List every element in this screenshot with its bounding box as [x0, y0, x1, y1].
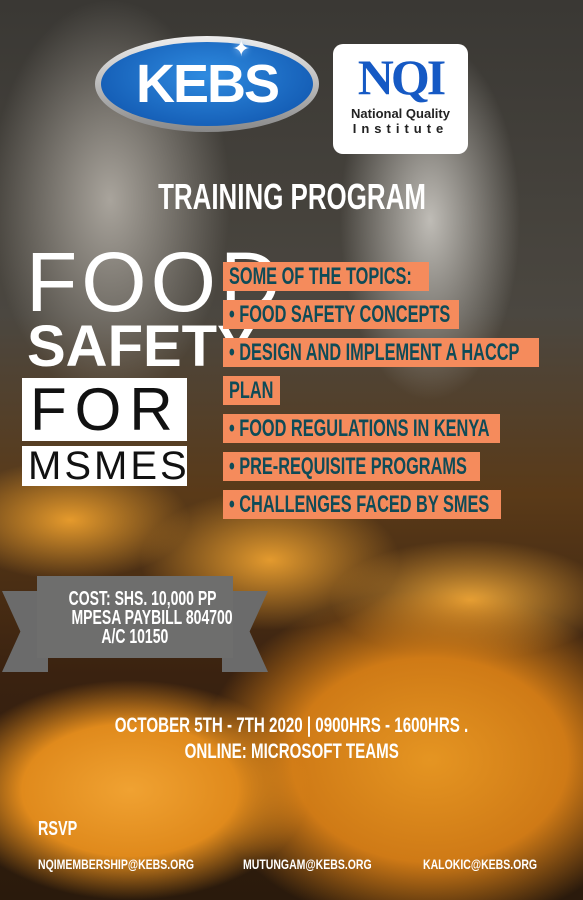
sparkle-icon: ✦	[232, 36, 251, 61]
headline-safety: SAFETY	[27, 314, 256, 379]
email-link[interactable]: MUTUNGAM@KEBS.ORG	[243, 856, 415, 872]
topic-item: • DESIGN AND IMPLEMENT A HACCP	[223, 338, 539, 367]
headline-for: FOR	[22, 378, 187, 441]
cost-banner: COST: SHS. 10,000 PP MPESA PAYBILL 80470…	[37, 576, 233, 658]
topic-item: • FOOD SAFETY CONCEPTS	[223, 300, 459, 329]
topic-item: • CHALLENGES FACED BY SMES	[223, 490, 501, 519]
email-link[interactable]: NQIMEMBERSHIP@KEBS.ORG	[38, 856, 246, 872]
poster: KEBS ✦ NQI National Quality Institute TR…	[0, 0, 583, 900]
event-venue: ONLINE: MICROSOFT TEAMS	[184, 740, 399, 763]
program-title: TRAINING PROGRAM	[157, 176, 426, 217]
event-dates: OCTOBER 5TH - 7TH 2020 | 0900HRS - 1600H…	[114, 714, 469, 737]
headline-msmes: MSMES	[22, 446, 187, 486]
rsvp-label: RSVP	[38, 818, 78, 840]
topic-item: PLAN	[223, 376, 280, 405]
email-link[interactable]: KALOKIC@KEBS.ORG	[423, 856, 575, 872]
nqi-logo: NQI National Quality Institute	[333, 44, 468, 154]
topic-item: • FOOD REGULATIONS IN KENYA	[223, 414, 500, 443]
kebs-logo: KEBS	[95, 36, 319, 132]
topic-item: • PRE-REQUISITE PROGRAMS	[223, 452, 480, 481]
topics-heading: SOME OF THE TOPICS:	[223, 262, 429, 291]
